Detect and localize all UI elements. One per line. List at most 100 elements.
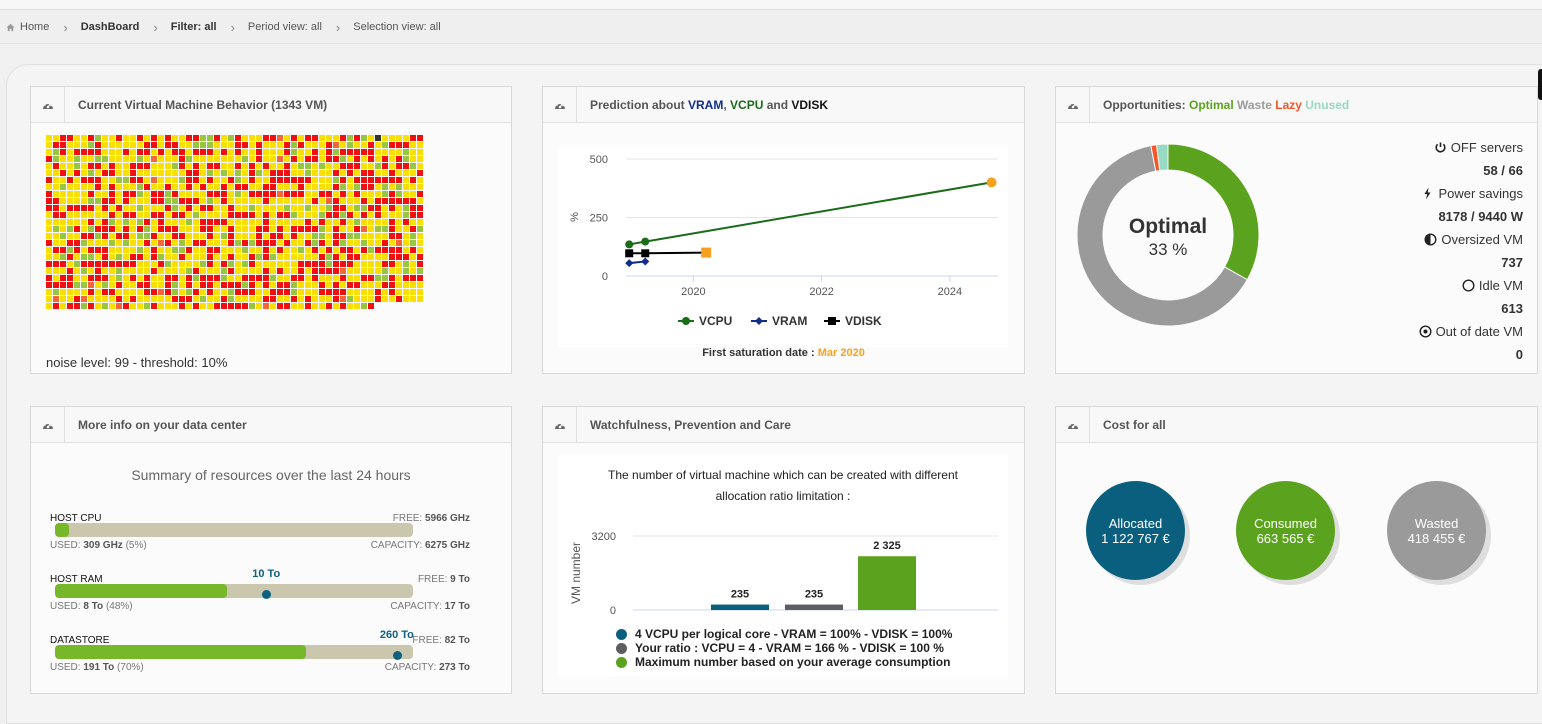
vm-cell[interactable] [417, 261, 423, 267]
vm-cell[interactable] [165, 149, 171, 155]
vm-cell[interactable] [368, 247, 374, 253]
vm-cell[interactable] [277, 149, 283, 155]
vm-cell[interactable] [389, 212, 395, 218]
vm-cell[interactable] [368, 282, 374, 288]
vm-cell[interactable] [291, 268, 297, 274]
vm-cell[interactable] [95, 233, 101, 239]
vm-cell[interactable] [305, 177, 311, 183]
donut-slice-optimal[interactable] [1167, 143, 1260, 281]
vm-cell[interactable] [116, 247, 122, 253]
vm-cell[interactable] [60, 282, 66, 288]
vm-cell[interactable] [284, 261, 290, 267]
vm-cell[interactable] [172, 163, 178, 169]
vm-cell[interactable] [60, 135, 66, 141]
vm-cell[interactable] [270, 254, 276, 260]
vm-cell[interactable] [221, 156, 227, 162]
vm-cell[interactable] [137, 282, 143, 288]
vm-cell[interactable] [137, 191, 143, 197]
vm-cell[interactable] [67, 163, 73, 169]
vm-cell[interactable] [277, 275, 283, 281]
vm-cell[interactable] [214, 142, 220, 148]
vm-cell[interactable] [165, 226, 171, 232]
vm-cell[interactable] [403, 268, 409, 274]
vm-cell[interactable] [354, 296, 360, 302]
vm-cell[interactable] [256, 296, 262, 302]
vm-cell[interactable] [326, 254, 332, 260]
vm-cell[interactable] [88, 275, 94, 281]
vm-cell[interactable] [53, 247, 59, 253]
vm-cell[interactable] [179, 296, 185, 302]
vm-cell[interactable] [389, 296, 395, 302]
vm-cell[interactable] [312, 163, 318, 169]
vm-cell[interactable] [291, 163, 297, 169]
vm-cell[interactable] [151, 149, 157, 155]
vm-cell[interactable] [354, 226, 360, 232]
vm-cell[interactable] [109, 198, 115, 204]
vm-cell[interactable] [312, 142, 318, 148]
vm-cell[interactable] [60, 177, 66, 183]
vm-cell[interactable] [361, 303, 367, 309]
vm-cell[interactable] [172, 282, 178, 288]
vm-cell[interactable] [375, 254, 381, 260]
vm-cell[interactable] [333, 275, 339, 281]
vm-cell[interactable] [214, 219, 220, 225]
vm-cell[interactable] [144, 261, 150, 267]
vm-cell[interactable] [270, 191, 276, 197]
vm-cell[interactable] [186, 261, 192, 267]
vm-cell[interactable] [277, 156, 283, 162]
vm-cell[interactable] [396, 191, 402, 197]
vm-cell[interactable] [382, 219, 388, 225]
vm-cell[interactable] [403, 191, 409, 197]
vm-cell[interactable] [179, 156, 185, 162]
vm-cell[interactable] [46, 233, 52, 239]
vm-cell[interactable] [242, 261, 248, 267]
vm-cell[interactable] [235, 303, 241, 309]
vm-cell[interactable] [186, 212, 192, 218]
vm-cell[interactable] [200, 198, 206, 204]
vm-cell[interactable] [172, 261, 178, 267]
vm-cell[interactable] [228, 268, 234, 274]
vm-cell[interactable] [389, 268, 395, 274]
vm-cell[interactable] [298, 275, 304, 281]
vm-cell[interactable] [193, 233, 199, 239]
vm-cell[interactable] [368, 289, 374, 295]
vm-cell[interactable] [375, 149, 381, 155]
vm-cell[interactable] [123, 149, 129, 155]
vm-cell[interactable] [116, 184, 122, 190]
vm-cell[interactable] [228, 191, 234, 197]
vm-cell[interactable] [312, 247, 318, 253]
legend-item-vcpu[interactable]: VCPU [678, 314, 732, 328]
vm-cell[interactable] [60, 212, 66, 218]
vm-cell[interactable] [221, 275, 227, 281]
vm-cell[interactable] [95, 163, 101, 169]
vm-cell[interactable] [298, 240, 304, 246]
vm-cell[interactable] [368, 170, 374, 176]
vm-cell[interactable] [347, 289, 353, 295]
vm-cell[interactable] [326, 142, 332, 148]
vm-cell[interactable] [382, 275, 388, 281]
vm-cell[interactable] [284, 289, 290, 295]
vm-cell[interactable] [130, 296, 136, 302]
vm-cell[interactable] [137, 233, 143, 239]
vm-cell[interactable] [151, 261, 157, 267]
vm-cell[interactable] [214, 177, 220, 183]
vm-cell[interactable] [102, 289, 108, 295]
vm-cell[interactable] [81, 268, 87, 274]
vm-cell[interactable] [263, 184, 269, 190]
vm-cell[interactable] [354, 240, 360, 246]
vm-cell[interactable] [95, 289, 101, 295]
vm-cell[interactable] [214, 268, 220, 274]
vm-cell[interactable] [326, 163, 332, 169]
vm-cell[interactable] [305, 212, 311, 218]
vm-cell[interactable] [144, 198, 150, 204]
vm-cell[interactable] [263, 135, 269, 141]
vm-cell[interactable] [130, 177, 136, 183]
vm-cell[interactable] [382, 226, 388, 232]
vm-cell[interactable] [389, 289, 395, 295]
vm-cell[interactable] [137, 212, 143, 218]
vm-cell[interactable] [172, 219, 178, 225]
vm-cell[interactable] [60, 142, 66, 148]
vm-cell[interactable] [263, 212, 269, 218]
vm-cell[interactable] [361, 149, 367, 155]
vm-cell[interactable] [417, 254, 423, 260]
